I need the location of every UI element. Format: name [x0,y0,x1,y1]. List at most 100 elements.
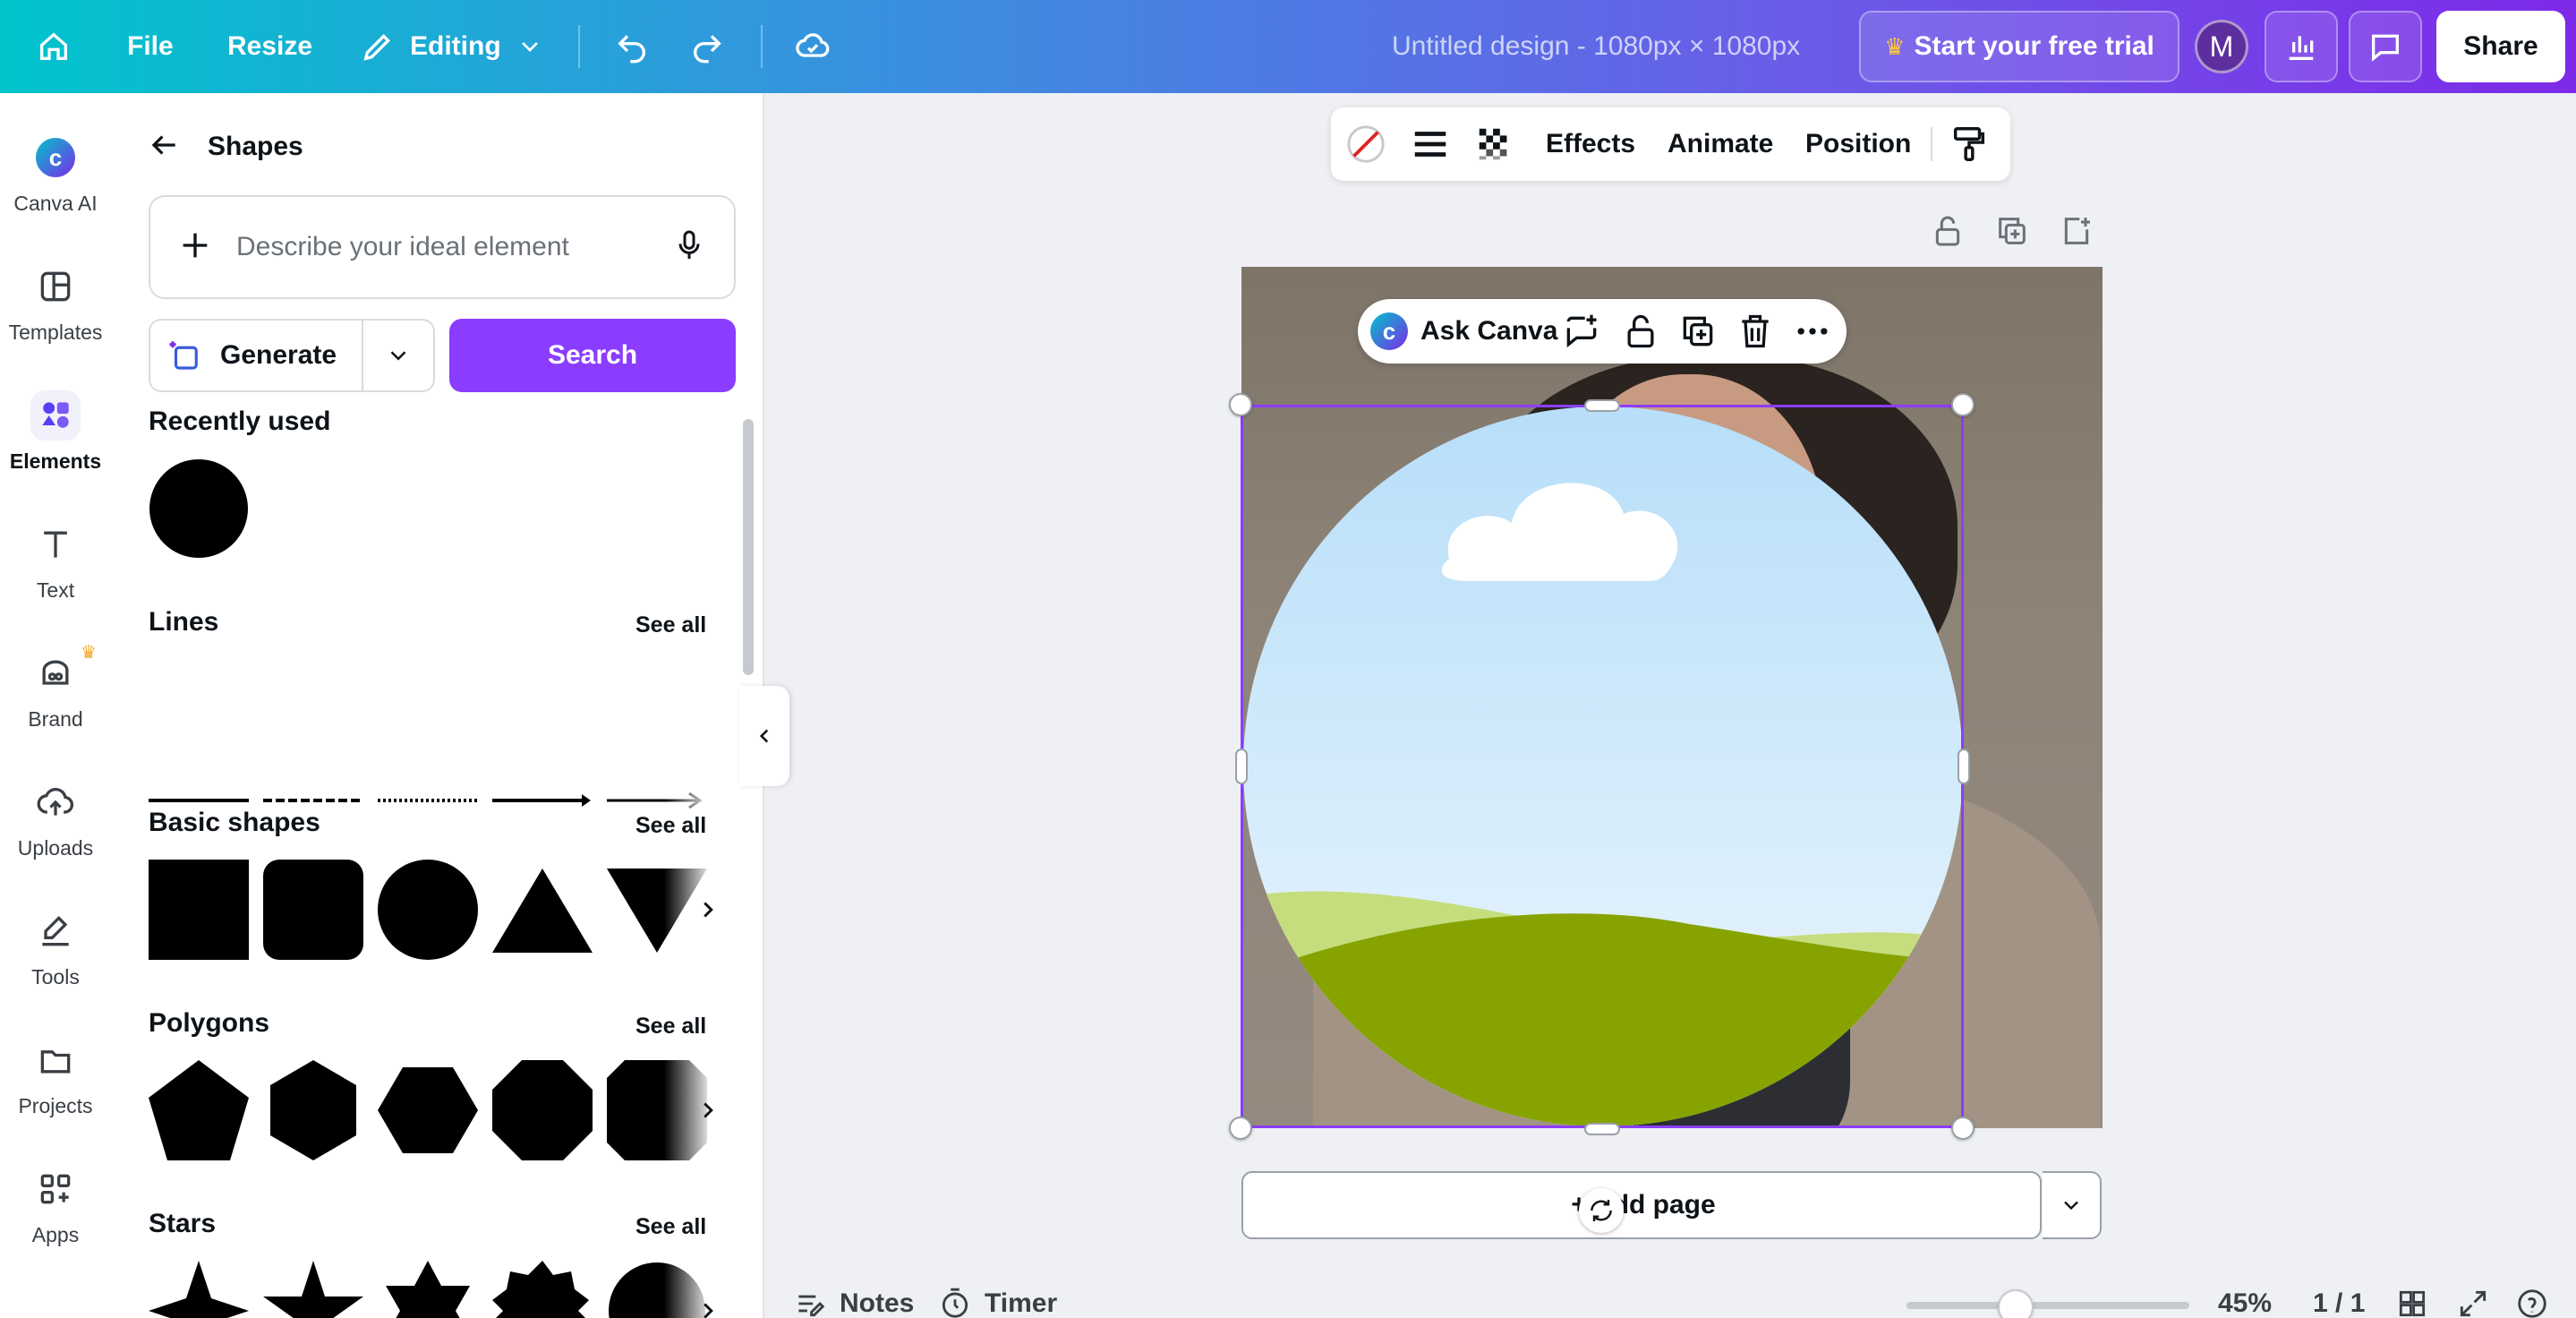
trash-icon[interactable] [1736,299,1775,364]
stars-see-all-link[interactable]: See all [635,1214,706,1240]
resize-handle-top-right[interactable] [1951,393,1975,416]
panel-scrollbar[interactable] [743,419,754,675]
undo-icon[interactable] [614,0,650,93]
polygons-see-all-link[interactable]: See all [635,1014,706,1040]
chevron-down-icon [521,42,538,52]
home-icon[interactable] [36,0,72,93]
microphone-icon[interactable] [671,227,707,268]
comment-icon [2372,34,2399,62]
help-icon[interactable] [2515,1284,2562,1318]
shape-rounded-square[interactable] [263,860,363,960]
file-menu[interactable]: File [127,0,174,93]
rail-item-text[interactable]: Text [0,514,111,630]
rail-item-projects[interactable]: Projects [0,1030,111,1146]
share-button[interactable]: Share [2436,11,2565,82]
position-button[interactable]: Position [1805,107,1911,181]
shape-star-6[interactable] [378,1261,478,1318]
shape-star-4[interactable] [149,1261,249,1318]
ask-canva-label: Ask Canva [1420,316,1558,346]
top-bar: File Resize Editing Untitled design - 10… [0,0,2576,93]
notes-icon [798,1295,825,1317]
animate-button[interactable]: Animate [1668,107,1773,181]
rail-label: Templates [8,321,103,344]
timer-label: Timer [985,1288,1058,1318]
divider [1931,127,1932,161]
comments-button[interactable] [2349,11,2422,82]
add-page-dropdown[interactable] [2043,1171,2102,1239]
resize-handle-right[interactable] [1958,749,1970,784]
stars-heading: Stars [149,1209,217,1238]
grid-view-icon[interactable] [2395,1284,2442,1318]
line-arrow[interactable] [492,750,593,851]
search-button[interactable]: Search [449,319,736,392]
resize-handle-bottom-left[interactable] [1229,1117,1252,1140]
ask-canva-button[interactable]: c Ask Canva [1370,299,1557,364]
shape-square[interactable] [149,860,249,960]
shape-hexagon[interactable] [263,1060,363,1160]
lock-page-icon[interactable] [1930,213,1969,252]
document-title[interactable]: Untitled design - 1080px × 1080px [1392,0,1800,93]
shape-star-8[interactable] [492,1261,593,1318]
chevron-right-icon[interactable] [695,1097,721,1124]
rail-item-tools[interactable]: Tools [0,901,111,1017]
fullscreen-icon[interactable] [2456,1284,2503,1318]
zoom-level[interactable]: 45% [2218,1284,2272,1318]
avatar[interactable]: M [2195,20,2248,73]
resize-handle-bottom[interactable] [1584,1123,1620,1135]
page-counter[interactable]: 1 / 1 [2313,1284,2365,1318]
resize-handle-bottom-right[interactable] [1951,1117,1975,1140]
border-style-icon[interactable] [1410,107,1451,181]
shape-hexagon-flat[interactable] [378,1060,478,1160]
generate-button[interactable]: Generate [149,319,362,392]
editing-mode-dropdown[interactable]: Editing [360,0,544,93]
generate-options-dropdown[interactable] [362,319,435,392]
lock-icon[interactable] [1621,299,1660,364]
shape-triangle[interactable] [492,860,593,960]
chevron-right-icon[interactable] [695,1297,721,1318]
chevron-right-icon[interactable] [695,896,721,923]
transparency-icon[interactable] [1474,107,1515,181]
rail-item-brand[interactable]: ♛ Brand [0,643,111,759]
effects-button[interactable]: Effects [1546,107,1635,181]
back-arrow-icon[interactable] [147,128,181,167]
zoom-slider-knob[interactable] [1998,1289,2034,1318]
paint-roller-icon[interactable] [1949,107,1990,181]
rotate-handle[interactable] [1579,1188,1624,1233]
color-none-icon[interactable] [1345,107,1386,181]
basic-shapes-see-all-link[interactable]: See all [635,813,706,839]
duplicate-page-icon[interactable] [1994,213,2034,252]
resize-button[interactable]: Resize [227,0,312,93]
notes-button[interactable]: Notes [793,1284,914,1318]
rail-item-uploads[interactable]: Uploads [0,772,111,888]
collapse-panel-button[interactable] [739,686,789,786]
add-page-icon[interactable] [2059,213,2098,252]
shape-octagon[interactable] [492,1060,593,1160]
timer-button[interactable]: Timer [938,1284,1057,1318]
cloud-saved-icon[interactable] [795,0,831,93]
resize-handle-top[interactable] [1584,399,1620,412]
resize-handle-left[interactable] [1235,749,1248,784]
recently-used-heading: Recently used [149,407,331,436]
line-dotted[interactable] [378,750,478,851]
rail-item-elements[interactable]: Elements [0,385,111,501]
lines-see-all-link[interactable]: See all [635,612,706,638]
rotate-icon [1591,1200,1612,1221]
plus-icon[interactable] [177,227,213,268]
duplicate-icon[interactable] [1678,299,1718,364]
rail-item-templates[interactable]: Templates [0,256,111,372]
rail-item-apps[interactable]: Apps [0,1159,111,1275]
more-options-icon[interactable] [1793,299,1832,364]
add-comment-icon[interactable] [1562,299,1601,364]
shape-circle[interactable] [378,860,478,960]
shape-star-5[interactable] [263,1261,363,1318]
add-page-button[interactable]: + Add page [1241,1171,2042,1239]
rail-item-canva-ai[interactable]: c Canva AI [0,127,111,244]
zoom-slider-track[interactable] [1906,1302,2189,1309]
describe-element-input[interactable]: Describe your ideal element [149,195,736,299]
start-free-trial-button[interactable]: ♛ Start your free trial [1859,11,2179,82]
shape-pentagon[interactable] [149,1060,249,1160]
insights-button[interactable] [2265,11,2338,82]
resize-handle-top-left[interactable] [1229,393,1252,416]
redo-icon[interactable] [689,0,725,93]
shape-circle[interactable] [149,458,249,559]
